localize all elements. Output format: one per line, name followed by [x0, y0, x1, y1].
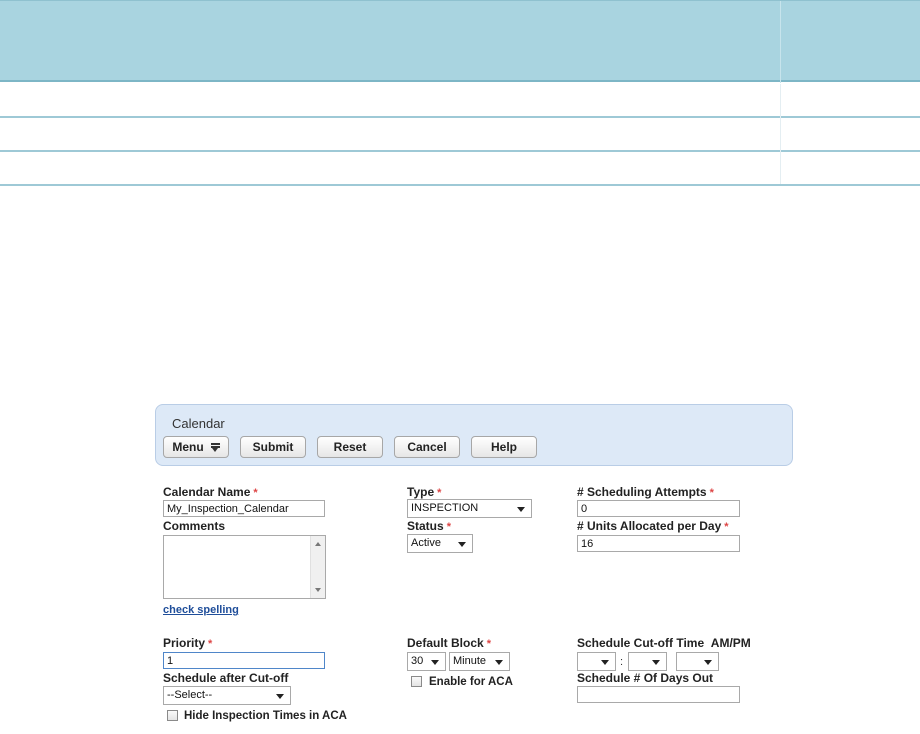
submit-button[interactable]: Submit [240, 436, 306, 458]
status-select[interactable]: Active [407, 534, 473, 553]
menu-button-label: Menu [172, 440, 204, 454]
ampm-label: AM/PM [710, 636, 751, 650]
table-header-band [0, 0, 920, 83]
enable-for-aca-label: Enable for ACA [429, 676, 513, 688]
cutoff-time-label: Schedule Cut-off Time AM/PM [577, 636, 751, 650]
chevron-down-icon [495, 660, 503, 665]
cutoff-ampm-select[interactable] [676, 652, 719, 671]
default-block-unit-select[interactable]: Minute [449, 652, 510, 671]
schedule-after-cutoff-select[interactable]: --Select-- [163, 686, 291, 705]
cancel-button[interactable]: Cancel [394, 436, 460, 458]
calendar-name-label: Calendar Name * [163, 485, 258, 499]
chevron-down-icon [431, 660, 439, 665]
help-button[interactable]: Help [471, 436, 537, 458]
chevron-down-icon [517, 507, 525, 512]
days-out-label: Schedule # Of Days Out [577, 671, 714, 685]
table-row-divider [0, 116, 920, 118]
type-select[interactable]: INSPECTION [407, 499, 532, 518]
table-row-divider [0, 150, 920, 152]
time-separator: : [620, 656, 624, 668]
check-spelling-link[interactable]: check spelling [163, 604, 239, 616]
schedule-after-cutoff-label: Schedule after Cut-off [163, 671, 289, 685]
default-block-amount-select[interactable]: 30 [407, 652, 446, 671]
days-out-input[interactable] [577, 686, 740, 703]
hide-inspection-times-checkbox[interactable] [167, 710, 178, 721]
calendar-panel: Calendar Menu Submit Reset Cancel Help [155, 404, 793, 466]
default-block-label: Default Block * [407, 636, 491, 650]
units-allocated-input[interactable]: 16 [577, 535, 740, 552]
calendar-name-input[interactable]: My_Inspection_Calendar [163, 500, 325, 517]
comments-textarea[interactable] [163, 535, 326, 599]
enable-for-aca-checkbox[interactable] [411, 676, 422, 687]
column-divider [780, 1, 781, 83]
column-divider [780, 84, 781, 184]
hide-inspection-times-label: Hide Inspection Times in ACA [184, 710, 347, 722]
priority-input[interactable]: 1 [163, 652, 325, 669]
cutoff-hour-select[interactable] [577, 652, 616, 671]
status-label: Status * [407, 519, 451, 533]
chevron-down-icon [652, 660, 660, 665]
menu-icon [210, 443, 220, 452]
scheduling-attempts-input[interactable]: 0 [577, 500, 740, 517]
panel-title: Calendar [172, 416, 225, 431]
scroll-up-icon[interactable] [315, 542, 321, 546]
chevron-down-icon [276, 694, 284, 699]
menu-button[interactable]: Menu [163, 436, 229, 458]
comments-label: Comments [163, 519, 226, 533]
cutoff-minute-select[interactable] [628, 652, 667, 671]
chevron-down-icon [704, 660, 712, 665]
table-row-divider [0, 184, 920, 186]
priority-label: Priority * [163, 636, 213, 650]
chevron-down-icon [601, 660, 609, 665]
units-allocated-label: # Units Allocated per Day * [577, 519, 729, 533]
reset-button[interactable]: Reset [317, 436, 383, 458]
scheduling-attempts-label: # Scheduling Attempts * [577, 485, 714, 499]
comments-scrollbar[interactable] [310, 536, 325, 598]
scroll-down-icon[interactable] [315, 588, 321, 592]
type-label: Type * [407, 485, 442, 499]
chevron-down-icon [458, 542, 466, 547]
